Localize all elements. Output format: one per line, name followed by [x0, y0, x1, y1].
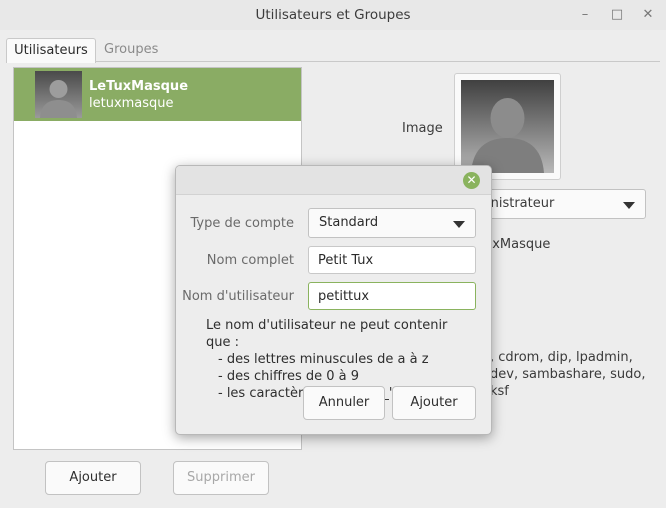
list-item[interactable]: LeTuxMasque letuxmasque	[14, 68, 301, 121]
chevron-down-icon	[453, 221, 465, 228]
window-title: Utilisateurs et Groupes	[255, 7, 411, 23]
remove-user-button[interactable]: Supprimer	[173, 461, 269, 495]
add-user-button[interactable]: Ajouter	[45, 461, 141, 495]
username-label: Nom d'utilisateur	[182, 289, 294, 304]
user-login: letuxmasque	[89, 96, 174, 111]
account-type-value: inistrateur	[487, 196, 555, 211]
cancel-button[interactable]: Annuler	[303, 386, 385, 420]
avatar-icon	[35, 71, 82, 118]
fullname-value[interactable]: uxMasque	[484, 237, 550, 252]
close-window-icon[interactable]: ✕	[640, 7, 656, 23]
title-bar: Utilisateurs et Groupes – □ ✕	[0, 0, 666, 30]
confirm-add-button[interactable]: Ajouter	[392, 386, 476, 420]
close-icon[interactable]: ✕	[463, 172, 480, 189]
account-type-selected: Standard	[319, 215, 379, 230]
minimize-icon[interactable]: –	[577, 7, 593, 23]
account-type-combo[interactable]: inistrateur	[476, 189, 646, 219]
hint-item: - des chiffres de 0 à 9	[218, 369, 360, 384]
tab-users[interactable]: Utilisateurs	[6, 38, 96, 63]
chevron-down-icon	[623, 202, 635, 209]
user-image-button[interactable]	[454, 73, 561, 180]
fullname-label: Nom complet	[206, 253, 294, 268]
add-user-dialog: ✕ Type de compte Standard Nom complet No…	[175, 165, 492, 435]
image-label: Image	[402, 121, 443, 136]
tab-groups[interactable]: Groupes	[104, 38, 164, 62]
hint-item: - des lettres minuscules de a à z	[218, 352, 429, 367]
maximize-icon[interactable]: □	[609, 7, 625, 23]
avatar-icon	[461, 80, 554, 173]
groups-value[interactable]: , cdrom, dip, lpadmin, dev, sambashare, …	[490, 349, 660, 400]
fullname-input[interactable]	[308, 246, 476, 274]
account-type-label: Type de compte	[190, 216, 295, 231]
dialog-header: ✕	[176, 166, 491, 195]
account-type-select[interactable]: Standard	[308, 208, 476, 238]
hint-intro: Le nom d'utilisateur ne peut contenir qu…	[206, 318, 448, 350]
username-input[interactable]	[308, 282, 476, 310]
user-full-name: LeTuxMasque	[89, 79, 189, 94]
